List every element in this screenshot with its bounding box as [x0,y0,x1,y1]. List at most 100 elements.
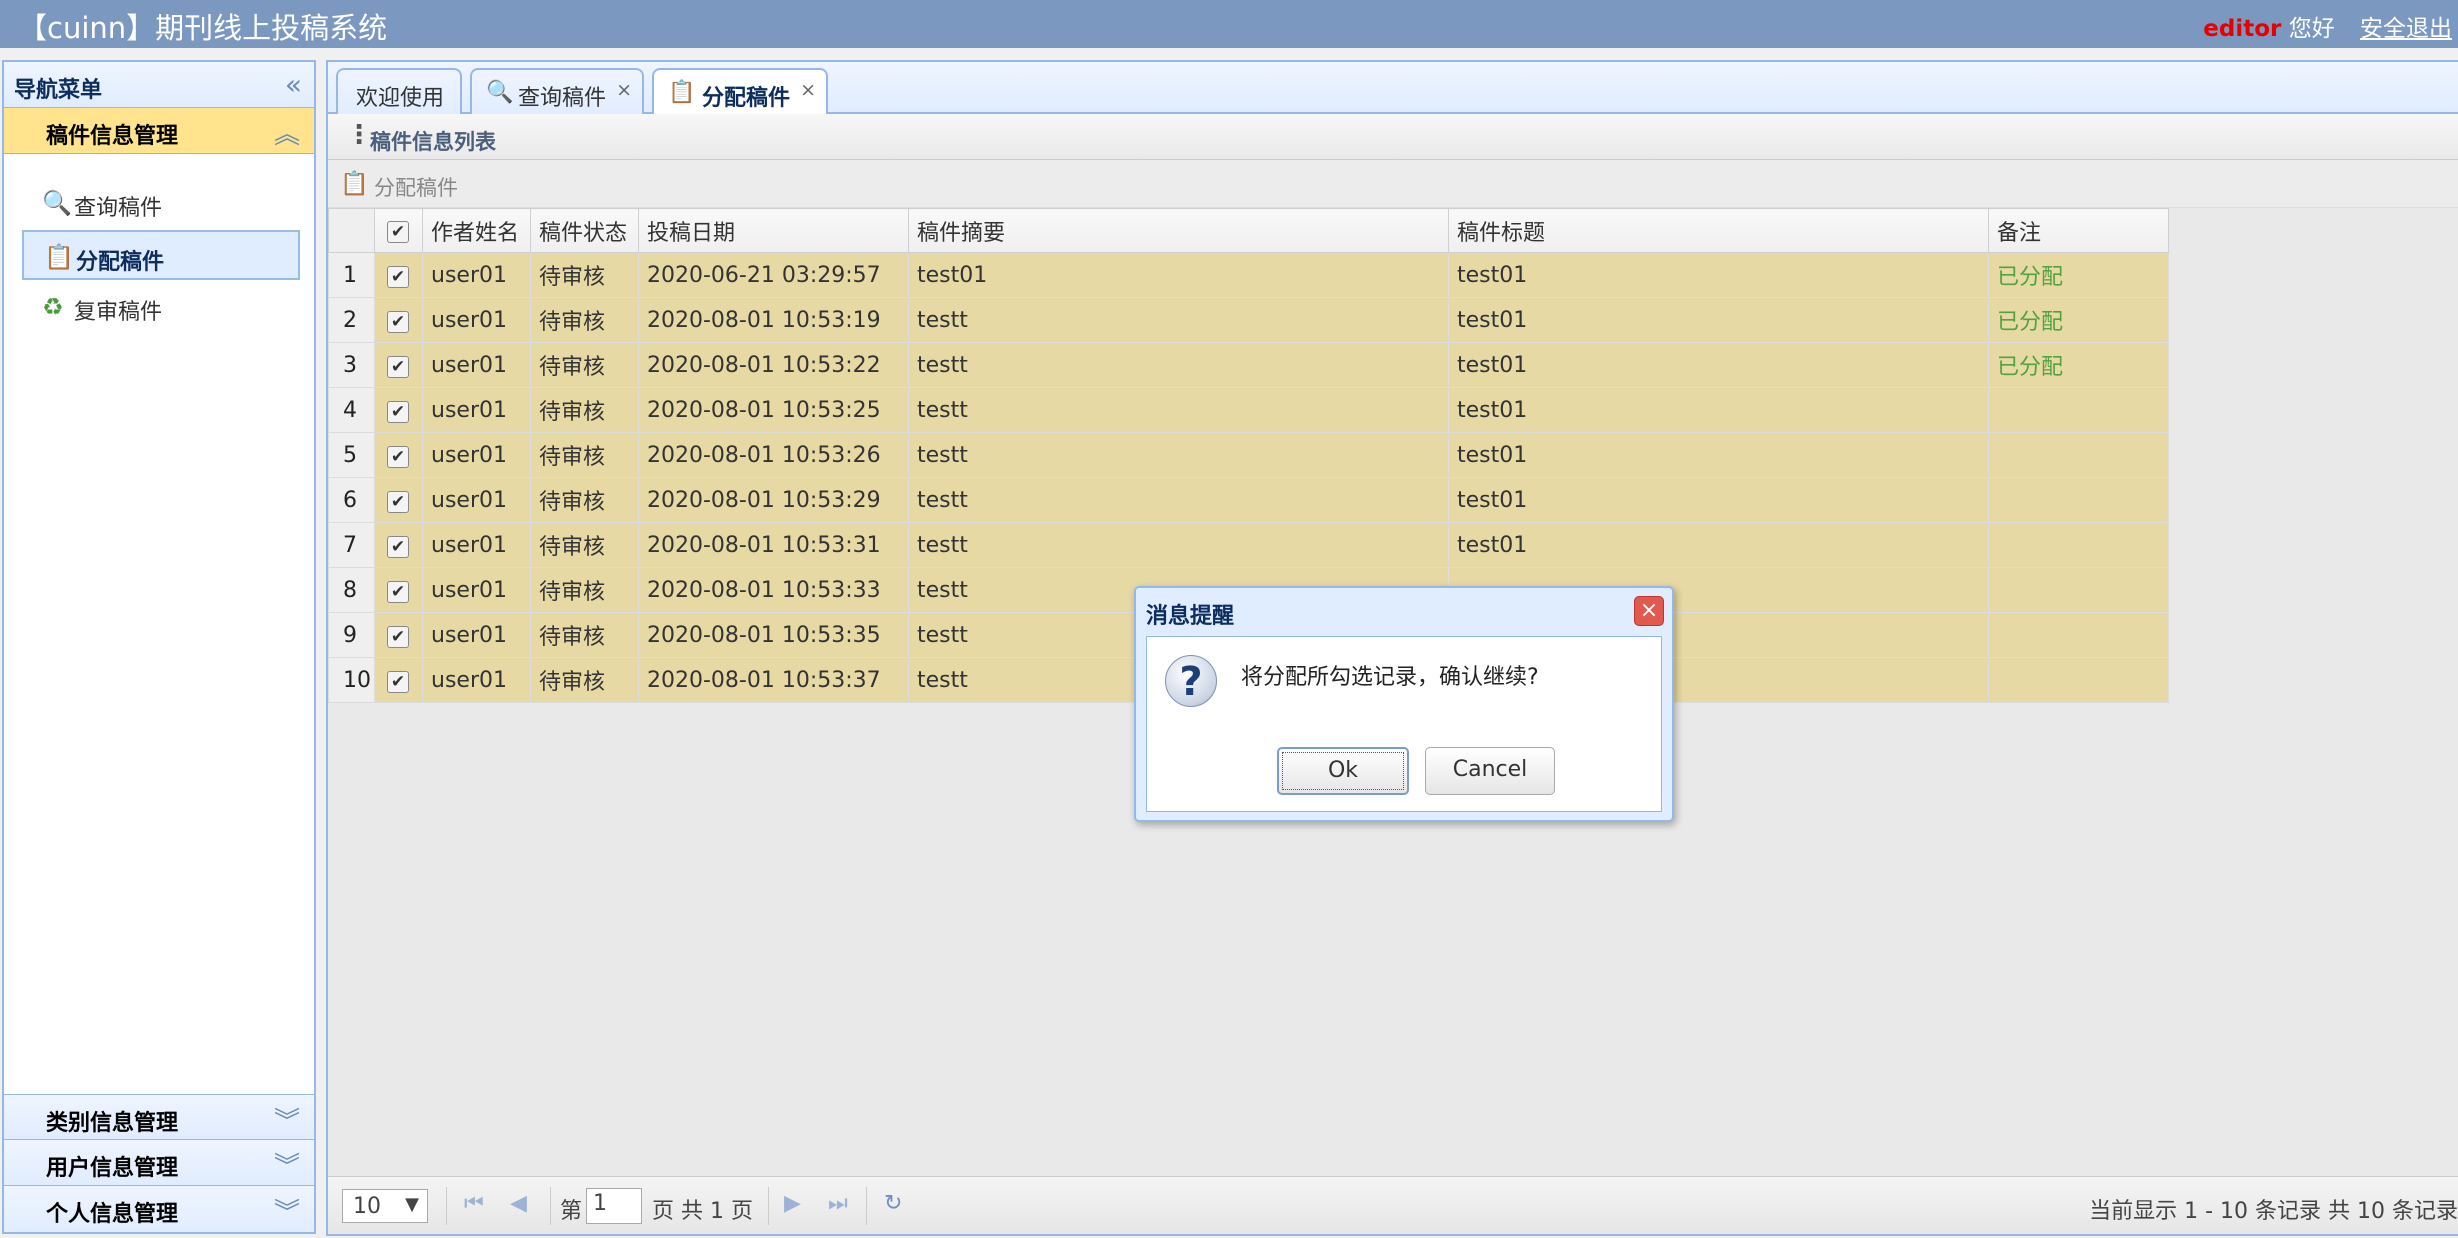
cell-author: user01 [422,342,531,388]
cell-date: 2020-06-21 03:29:57 [638,252,909,298]
cell-note: 已分配 [1988,297,2169,343]
cell-summary: testt [908,387,1449,433]
section-label: 个人信息管理 [46,1202,179,1227]
cell-note [1988,477,2169,523]
cell-author: user01 [422,477,531,523]
search-icon: 🔍 [42,189,72,217]
dropdown-arrow-icon: ▼ [405,1194,419,1215]
row-number: 3 [328,342,375,388]
row-checkbox-cell: ✔ [374,297,423,343]
menu-item-review[interactable]: ♻ 复审稿件 [22,282,300,332]
first-page-icon[interactable]: ⏮ [464,1191,484,1216]
section-user[interactable]: 用户信息管理 ︾ [4,1140,314,1186]
cell-status: 待审核 [530,387,639,433]
cell-status: 待审核 [530,522,639,568]
cell-status: 待审核 [530,612,639,658]
next-page-icon[interactable]: ▶ [784,1191,801,1216]
divider [768,1187,769,1225]
page-number-input[interactable]: 1 [586,1188,642,1224]
column-header[interactable]: 备注 [1988,208,2169,253]
cell-author: user01 [422,297,531,343]
page-info: 当前显示 1 - 10 条记录 共 10 条记录 [2089,1199,2458,1224]
table-row[interactable]: 3 ✔ user01 待审核 2020-08-01 10:53:22 testt test0… [328,342,2169,388]
select-all-checkbox[interactable]: ✔ [374,208,423,253]
row-checkbox[interactable]: ✔ [387,670,409,693]
refresh-icon: ♻ [42,293,64,321]
column-header[interactable]: 稿件摘要 [908,208,1449,253]
ok-button[interactable]: Ok [1277,747,1409,795]
close-icon[interactable]: × [1634,596,1664,626]
section-manuscript[interactable]: 稿件信息管理 ︽ [4,108,314,154]
table-row[interactable]: 5 ✔ user01 待审核 2020-08-01 10:53:26 testt test0… [328,432,2169,478]
refresh-icon[interactable]: ↻ [884,1191,902,1216]
column-header[interactable]: 投稿日期 [638,208,909,253]
prev-page-icon[interactable]: ◀ [510,1191,527,1216]
row-checkbox[interactable]: ✔ [387,625,409,648]
nav-title: 导航菜单 [14,78,103,103]
cell-title: test01 [1448,252,1989,298]
document-icon: 📋 [668,80,696,105]
table-row[interactable]: 6 ✔ user01 待审核 2020-08-01 10:53:29 testt test0… [328,477,2169,523]
cell-note [1988,612,2169,658]
page-size-select[interactable]: 10 ▼ [342,1189,428,1223]
section-category[interactable]: 类别信息管理 ︾ [4,1094,314,1140]
table-row[interactable]: 4 ✔ user01 待审核 2020-08-01 10:53:25 testt test0… [328,387,2169,433]
close-icon[interactable]: × [800,79,816,101]
row-checkbox-cell: ✔ [374,567,423,613]
checkbox[interactable]: ✔ [387,221,409,243]
section-label: 用户信息管理 [46,1156,179,1181]
table-row[interactable]: 1 ✔ user01 待审核 2020-06-21 03:29:57 test01 test… [328,252,2169,298]
cell-summary: testt [908,297,1449,343]
collapse-icon[interactable]: « [285,68,302,101]
last-page-icon[interactable]: ⏭ [828,1191,848,1216]
row-checkbox[interactable]: ✔ [387,265,409,288]
tab-welcome[interactable]: 欢迎使用 [336,68,462,116]
menu-item-label: 查询稿件 [74,196,163,221]
logout-link[interactable]: 安全退出 [2360,16,2452,42]
cell-date: 2020-08-01 10:53:33 [638,567,909,613]
cell-title: test01 [1448,297,1989,343]
row-checkbox[interactable]: ✔ [387,355,409,378]
column-header[interactable]: 稿件状态 [530,208,639,253]
column-header[interactable]: 作者姓名 [422,208,531,253]
row-checkbox[interactable]: ✔ [387,580,409,603]
cell-date: 2020-08-01 10:53:22 [638,342,909,388]
section-personal[interactable]: 个人信息管理 ︾ [4,1186,314,1232]
cell-title: test01 [1448,342,1989,388]
cancel-button[interactable]: Cancel [1425,747,1555,795]
cell-summary: test01 [908,252,1449,298]
section-label: 类别信息管理 [46,1111,179,1136]
cell-date: 2020-08-01 10:53:35 [638,612,909,658]
table-row[interactable]: 7 ✔ user01 待审核 2020-08-01 10:53:31 testt test0… [328,522,2169,568]
tab-assign[interactable]: 📋 分配稿件 × [652,68,828,116]
cell-date: 2020-08-01 10:53:37 [638,657,909,703]
row-checkbox-cell: ✔ [374,477,423,523]
cell-date: 2020-08-01 10:53:31 [638,522,909,568]
table-row[interactable]: 2 ✔ user01 待审核 2020-08-01 10:53:19 testt test0… [328,297,2169,343]
cell-note [1988,522,2169,568]
chevron-up-icon: ︽ [273,120,300,150]
menu-item-assign[interactable]: 📋 分配稿件 [22,230,300,280]
row-checkbox-cell: ✔ [374,432,423,478]
cell-title: test01 [1448,522,1989,568]
close-icon[interactable]: × [616,79,632,101]
column-header[interactable]: 稿件标题 [1448,208,1989,253]
drag-handle-icon: ⋮ [346,120,372,150]
row-checkbox[interactable]: ✔ [387,490,409,513]
pagination-bar: 10 ▼ ⏮ ◀ 第 1 页 共 1 页 ▶ ⏭ ↻ 当前显示 1 - 10 条… [328,1176,2458,1234]
chevron-down-icon: ︾ [273,1107,300,1137]
cell-status: 待审核 [530,432,639,478]
menu-item-query[interactable]: 🔍 查询稿件 [22,178,300,228]
app-title: 【cuinn】期刊线上投稿系统 [18,11,388,45]
page-size-value: 10 [353,1194,381,1219]
divider [866,1187,867,1225]
grid-header-row: ✔ 作者姓名 稿件状态 投稿日期 稿件摘要 稿件标题 备注 [328,208,2169,253]
row-checkbox[interactable]: ✔ [387,400,409,423]
row-checkbox[interactable]: ✔ [387,535,409,558]
cell-summary: testt [908,477,1449,523]
tab-query[interactable]: 🔍 查询稿件 × [470,68,644,116]
row-checkbox[interactable]: ✔ [387,445,409,468]
cell-status: 待审核 [530,297,639,343]
document-icon: 📋 [44,243,74,271]
row-checkbox[interactable]: ✔ [387,310,409,333]
